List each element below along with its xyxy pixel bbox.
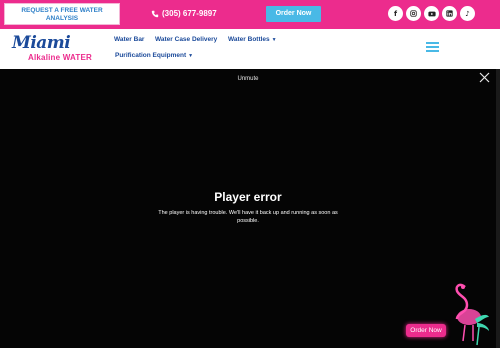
tiktok-icon[interactable]: ♪	[460, 6, 475, 21]
instagram-icon[interactable]	[406, 6, 421, 21]
video-player[interactable]: Unmute Player error The player is having…	[0, 69, 500, 348]
nav-item-water-case-delivery[interactable]: Water Case Delivery	[155, 36, 217, 43]
nav-item-label: Water Case Delivery	[155, 36, 218, 43]
linkedin-icon[interactable]	[442, 6, 457, 21]
chevron-down-icon: ▼	[271, 37, 277, 43]
main-nav: Miami Alkaline WATER Water Bar Water Cas…	[0, 29, 500, 69]
close-icon[interactable]	[479, 72, 490, 83]
phone-link[interactable]: (305) 677-9897	[151, 9, 217, 18]
top-bar: REQUEST A FREE WATER ANALYSIS (305) 677-…	[0, 0, 500, 29]
player-error-title: Player error	[214, 190, 282, 204]
nav-item-label: Water Bar	[114, 36, 145, 43]
phone-icon	[151, 10, 159, 17]
logo-script: Miami	[12, 33, 71, 53]
nav-item-label: Purification Equipment	[115, 52, 187, 59]
youtube-icon[interactable]	[424, 6, 439, 21]
nav-item-label: Water Bottles	[228, 36, 270, 43]
facebook-icon[interactable]: f	[388, 6, 403, 21]
social-links: f ♪	[388, 6, 475, 21]
miami-alkaline-water-logo[interactable]: Miami Alkaline WATER	[10, 33, 100, 65]
scrollbar[interactable]	[496, 69, 500, 348]
request-water-analysis-button[interactable]: REQUEST A FREE WATER ANALYSIS	[4, 3, 120, 25]
order-now-button[interactable]: Order Now	[266, 6, 321, 22]
nav-item-water-bottles[interactable]: Water Bottles ▼	[228, 36, 277, 43]
hamburger-menu-icon[interactable]	[426, 42, 439, 53]
unmute-button[interactable]: Unmute	[0, 76, 496, 82]
player-error-message: The player is having trouble. We'll have…	[158, 210, 338, 224]
neon-flamingo-icon	[455, 283, 489, 346]
logo-subtitle: Alkaline WATER	[28, 53, 92, 62]
floating-order-now-button[interactable]: Order Now	[406, 324, 446, 337]
nav-item-water-bar[interactable]: Water Bar	[114, 36, 144, 43]
nav-item-purification-equipment[interactable]: Purification Equipment ▼	[115, 52, 193, 59]
chevron-down-icon: ▼	[188, 53, 194, 59]
phone-number: (305) 677-9897	[162, 9, 217, 18]
